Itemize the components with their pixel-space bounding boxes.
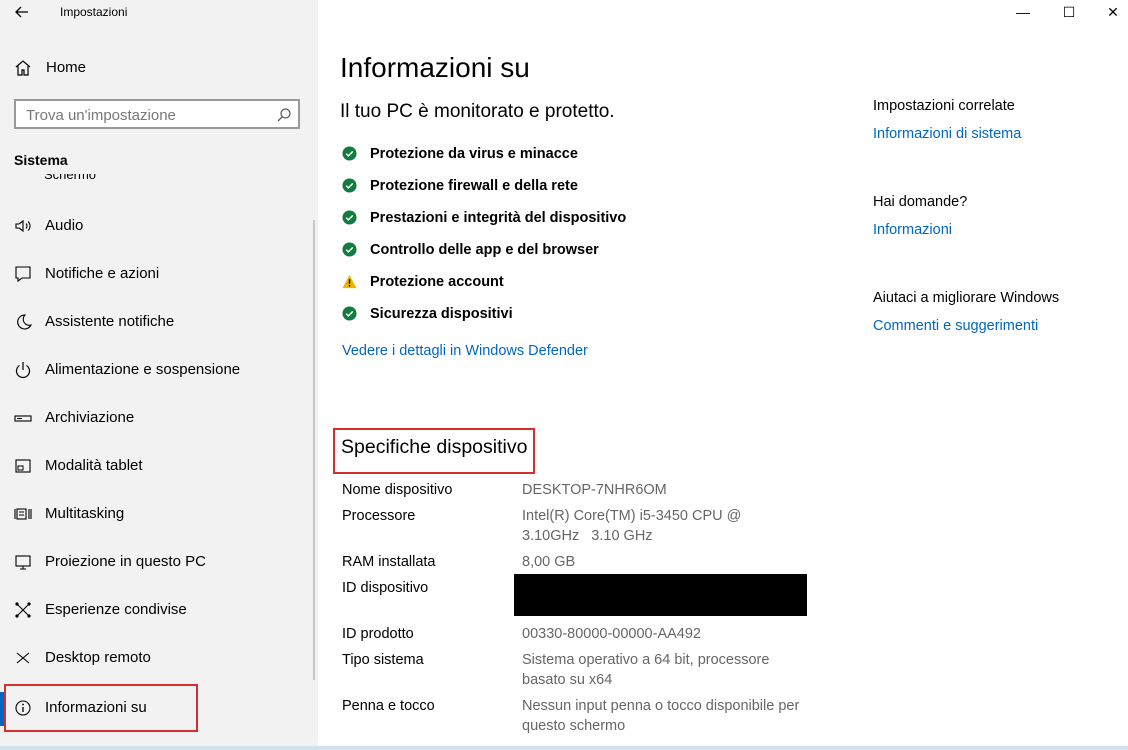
minimize-button[interactable]: —: [1000, 2, 1046, 22]
sidebar-item-multitasking[interactable]: Multitasking: [0, 494, 318, 534]
spec-value: DESKTOP-7NHR6OM: [522, 482, 667, 498]
warning-icon: [342, 274, 357, 289]
section-title: Sistema: [14, 152, 68, 168]
sidebar-item-label: Alimentazione e sospensione: [45, 361, 241, 378]
check-circle-icon: [342, 178, 357, 193]
sidebar-item-focus-assist[interactable]: Assistente notifiche: [0, 302, 318, 342]
sidebar-item-label: Assistente notifiche: [45, 313, 175, 330]
sidebar-item-notifications[interactable]: Notifiche e azioni: [0, 254, 318, 294]
sidebar-item-about[interactable]: Informazioni su: [4, 684, 198, 732]
status-label: Prestazioni e integrità del dispositivo: [370, 210, 627, 226]
sidebar-item-home[interactable]: Home: [0, 52, 318, 84]
spec-value: 8,00 GB: [522, 554, 576, 570]
search-input[interactable]: Trova un'impostazione: [14, 99, 300, 129]
system-info-link[interactable]: Informazioni di sistema: [873, 126, 1021, 142]
sidebar-item-label: Informazioni su: [45, 699, 147, 716]
remote-desktop-icon: [16, 652, 30, 664]
app-title: Impostazioni: [60, 5, 128, 19]
spec-label: ID prodotto: [342, 626, 414, 642]
sidebar-item-tablet-mode[interactable]: Modalità tablet: [0, 446, 318, 486]
sidebar-item-label: Audio: [45, 217, 84, 234]
specs-heading: Specifiche dispositivo: [333, 428, 535, 474]
home-icon: [15, 60, 31, 76]
search-placeholder: Trova un'impostazione: [26, 107, 176, 124]
sidebar-item-label: Multitasking: [45, 505, 125, 522]
sidebar-item-label: Notifiche e azioni: [45, 265, 160, 282]
moon-icon: [17, 314, 33, 330]
sidebar-item-label: Modalità tablet: [45, 457, 143, 474]
sidebar-item-label: Proiezione in questo PC: [45, 553, 206, 570]
status-label: Sicurezza dispositivi: [370, 306, 513, 322]
multitasking-icon: [14, 508, 32, 520]
spec-value: Intel(R) Core(TM) i5-3450 CPU @ 3.10GHz …: [522, 508, 746, 544]
feedback-link[interactable]: Commenti e suggerimenti: [873, 318, 1038, 334]
close-button[interactable]: ✕: [1090, 2, 1128, 22]
sidebar: Impostazioni Home Trova un'impostazione …: [0, 0, 318, 750]
sidebar-item-storage[interactable]: Archiviazione: [0, 398, 318, 438]
check-circle-icon: [342, 306, 357, 321]
speaker-icon: [15, 219, 31, 233]
window-bottom-border: [0, 746, 1128, 750]
back-button[interactable]: [10, 2, 34, 22]
share-icon: [15, 602, 31, 618]
redacted-device-id: [514, 574, 807, 616]
check-circle-icon: [342, 146, 357, 161]
spec-label: Penna e tocco: [342, 698, 435, 714]
page-title: Informazioni su: [340, 52, 530, 83]
spec-label: RAM installata: [342, 554, 436, 570]
sidebar-item-label: Home: [46, 59, 87, 76]
check-circle-icon: [342, 242, 357, 257]
security-subtitle: Il tuo PC è monitorato e protetto.: [340, 101, 615, 122]
questions-heading: Hai domande?: [873, 194, 968, 210]
search-icon[interactable]: [276, 107, 292, 123]
sidebar-item-projection[interactable]: Proiezione in questo PC: [0, 542, 318, 582]
spec-value: 00330-80000-00000-AA492: [522, 626, 701, 642]
sidebar-item-clipped[interactable]: Schermo: [44, 174, 96, 182]
related-settings-heading: Impostazioni correlate: [873, 98, 1015, 114]
sidebar-item-audio[interactable]: Audio: [0, 206, 318, 246]
spec-label: ID dispositivo: [342, 580, 429, 596]
specs-heading-text: Specifiche dispositivo: [341, 436, 528, 458]
power-icon: [15, 362, 31, 379]
spec-label: Processore: [342, 508, 416, 524]
spec-value: Nessun input penna o tocco disponibile p…: [522, 698, 800, 734]
projection-icon: [15, 555, 31, 570]
spec-label: Tipo sistema: [342, 652, 424, 668]
defender-details-link[interactable]: Vedere i dettagli in Windows Defender: [342, 343, 588, 359]
sidebar-item-label: Archiviazione: [45, 409, 135, 426]
info-icon: [15, 700, 31, 716]
arrow-left-icon: [15, 6, 28, 18]
spec-label: Nome dispositivo: [342, 482, 453, 498]
status-label: Protezione account: [370, 274, 504, 290]
check-circle-icon: [342, 210, 357, 225]
spec-value: Sistema operativo a 64 bit, processore b…: [522, 652, 770, 688]
status-label: Controllo delle app e del browser: [370, 242, 599, 258]
maximize-button[interactable]: ☐: [1046, 2, 1092, 22]
tablet-icon: [15, 459, 31, 473]
feedback-heading: Aiutaci a migliorare Windows: [873, 290, 1060, 306]
status-label: Protezione firewall e della rete: [370, 178, 578, 194]
sidebar-item-label: Esperienze condivise: [45, 601, 187, 618]
storage-icon: [14, 415, 32, 422]
status-label: Protezione da virus e minacce: [370, 146, 578, 162]
sidebar-scrollbar[interactable]: [313, 220, 315, 680]
sidebar-item-shared-experiences[interactable]: Esperienze condivise: [0, 590, 318, 630]
notification-icon: [15, 266, 31, 283]
sidebar-item-power[interactable]: Alimentazione e sospensione: [0, 350, 318, 390]
sidebar-item-remote-desktop[interactable]: Desktop remoto: [0, 638, 318, 678]
help-link[interactable]: Informazioni: [873, 222, 952, 238]
sidebar-item-label: Desktop remoto: [45, 649, 151, 666]
